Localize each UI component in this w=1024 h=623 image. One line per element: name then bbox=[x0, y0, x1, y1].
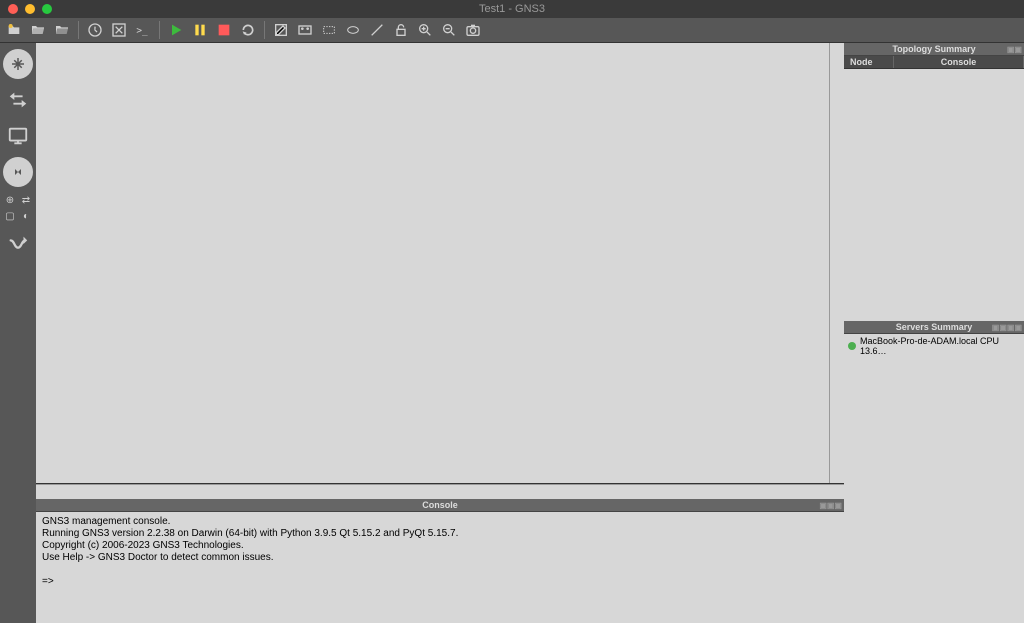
all-devices-button[interactable]: ⊕⇄▢◐ bbox=[3, 193, 33, 223]
lock-button[interactable] bbox=[391, 20, 411, 40]
topology-col-node[interactable]: Node bbox=[844, 56, 894, 68]
draw-ellipse-button[interactable] bbox=[343, 20, 363, 40]
pause-all-button[interactable] bbox=[190, 20, 210, 40]
device-toolbar: ⊕⇄▢◐ bbox=[0, 43, 36, 623]
show-hide-interface-labels-button[interactable] bbox=[109, 20, 129, 40]
console-output[interactable]: GNS3 management console. Running GNS3 ve… bbox=[36, 512, 844, 623]
console-line: GNS3 management console. bbox=[42, 516, 838, 528]
add-link-button[interactable] bbox=[3, 229, 33, 259]
draw-rectangle-button[interactable] bbox=[319, 20, 339, 40]
topology-list[interactable] bbox=[844, 69, 1024, 321]
security-devices-button[interactable] bbox=[3, 157, 33, 187]
reload-all-button[interactable] bbox=[238, 20, 258, 40]
new-project-button[interactable] bbox=[4, 20, 24, 40]
main-toolbar: >_ bbox=[0, 18, 1024, 43]
console-panel-controls[interactable]: ▣▣▣ bbox=[819, 499, 842, 512]
insert-picture-button[interactable] bbox=[295, 20, 315, 40]
console-panel: Console ▣▣▣ GNS3 management console. Run… bbox=[36, 499, 844, 623]
vertical-scrollbar[interactable] bbox=[829, 43, 844, 483]
status-indicator-icon bbox=[848, 342, 856, 350]
screenshot-button[interactable] bbox=[463, 20, 483, 40]
console-prompt: => bbox=[42, 576, 838, 588]
topology-canvas[interactable] bbox=[36, 43, 829, 483]
console-panel-title: Console ▣▣▣ bbox=[36, 499, 844, 512]
stop-all-button[interactable] bbox=[214, 20, 234, 40]
console-all-button[interactable]: >_ bbox=[133, 20, 153, 40]
routers-button[interactable] bbox=[3, 49, 33, 79]
topology-panel-controls[interactable]: ▣▣ bbox=[1007, 43, 1022, 56]
draw-line-button[interactable] bbox=[367, 20, 387, 40]
servers-list[interactable]: MacBook-Pro-de-ADAM.local CPU 13.6… bbox=[844, 334, 1024, 623]
add-note-button[interactable] bbox=[271, 20, 291, 40]
snapshot-button[interactable] bbox=[85, 20, 105, 40]
servers-summary-panel: Servers Summary ▣▣▣▣ MacBook-Pro-de-ADAM… bbox=[844, 321, 1024, 623]
server-item[interactable]: MacBook-Pro-de-ADAM.local CPU 13.6… bbox=[844, 334, 1024, 358]
topology-panel-title: Topology Summary ▣▣ bbox=[844, 43, 1024, 56]
console-line: Copyright (c) 2006-2023 GNS3 Technologie… bbox=[42, 540, 838, 552]
zoom-out-button[interactable] bbox=[439, 20, 459, 40]
open-project-button[interactable] bbox=[28, 20, 48, 40]
servers-panel-controls[interactable]: ▣▣▣▣ bbox=[992, 321, 1022, 334]
console-line: Running GNS3 version 2.2.38 on Darwin (6… bbox=[42, 528, 838, 540]
start-all-button[interactable] bbox=[166, 20, 186, 40]
window-title: Test1 - GNS3 bbox=[479, 3, 545, 15]
end-devices-button[interactable] bbox=[3, 121, 33, 151]
console-line: Use Help -> GNS3 Doctor to detect common… bbox=[42, 552, 838, 564]
minimize-window-button[interactable] bbox=[25, 4, 35, 14]
horizontal-scrollbar[interactable] bbox=[36, 484, 844, 499]
server-name: MacBook-Pro-de-ADAM.local CPU 13.6… bbox=[860, 336, 1020, 356]
save-project-button[interactable] bbox=[52, 20, 72, 40]
topology-table-header: Node Console bbox=[844, 56, 1024, 69]
window-titlebar: Test1 - GNS3 bbox=[0, 0, 1024, 18]
servers-panel-title: Servers Summary ▣▣▣▣ bbox=[844, 321, 1024, 334]
topology-col-console[interactable]: Console bbox=[894, 56, 1024, 68]
zoom-in-button[interactable] bbox=[415, 20, 435, 40]
switches-button[interactable] bbox=[3, 85, 33, 115]
maximize-window-button[interactable] bbox=[42, 4, 52, 14]
topology-summary-panel: Topology Summary ▣▣ Node Console bbox=[844, 43, 1024, 321]
close-window-button[interactable] bbox=[8, 4, 18, 14]
svg-text:>_: >_ bbox=[136, 25, 148, 36]
